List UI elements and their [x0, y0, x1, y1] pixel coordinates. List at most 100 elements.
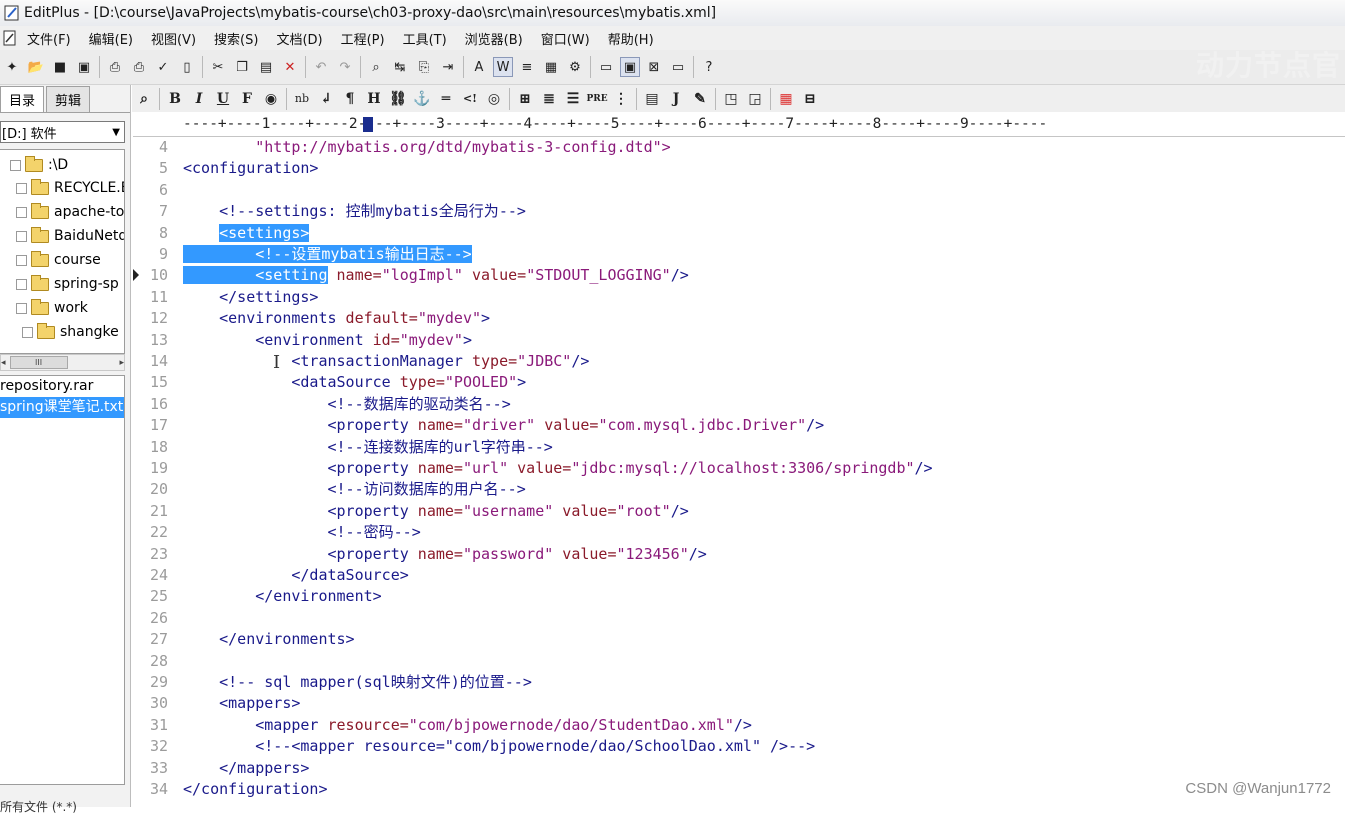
code-token: <property [327, 459, 409, 477]
delete-icon[interactable]: ✕ [280, 57, 300, 77]
line-break-icon[interactable]: ↲ [316, 89, 336, 109]
menu-tools[interactable]: 工具(T) [394, 29, 456, 48]
replace-icon[interactable]: ↹ [390, 57, 410, 77]
style-icon[interactable]: ◲ [745, 89, 765, 109]
table-icon[interactable]: ⊞ [515, 89, 535, 109]
line-code: <!--settings: 控制mybatis全局行为--> [183, 201, 526, 222]
file-item-selected[interactable]: spring课堂笔记.txt [0, 397, 124, 418]
anchor-icon[interactable]: ⚓ [412, 89, 432, 109]
image-icon[interactable]: ◎ [484, 89, 504, 109]
code-token: /> [670, 501, 689, 520]
code-token: name= [408, 416, 463, 435]
toolbar-separator [463, 56, 464, 78]
menu-edit[interactable]: 编辑(E) [80, 29, 142, 48]
output-window-icon[interactable]: ▣ [620, 57, 640, 77]
tree-item[interactable]: shangke [22, 321, 119, 343]
tree-item[interactable]: BaiduNetdisk [16, 225, 124, 247]
heading-icon[interactable]: H [364, 89, 384, 109]
open-folder-icon[interactable]: 📂 [26, 57, 46, 77]
spell-check-icon[interactable]: ✓ [153, 57, 173, 77]
save-all-icon[interactable]: ▣ [74, 57, 94, 77]
page-icon[interactable]: ▯ [177, 57, 197, 77]
font-tag-icon[interactable]: F [237, 89, 257, 109]
java-icon[interactable]: J [666, 89, 686, 109]
tree-item[interactable]: course [16, 249, 101, 271]
new-file-icon[interactable]: ✦ [2, 57, 22, 77]
code-line: 30 <mappers> [133, 693, 1345, 714]
tree-horizontal-scrollbar[interactable]: ◂ III ▸ [0, 354, 125, 371]
column-select-icon[interactable]: ▦ [541, 57, 561, 77]
font-icon[interactable]: A [469, 57, 489, 77]
paragraph-icon[interactable]: ¶ [340, 89, 360, 109]
tree-item[interactable]: apache-tomcat [16, 201, 124, 223]
close-window-icon[interactable]: ⊠ [644, 57, 664, 77]
nbsp-icon[interactable]: nb [292, 89, 312, 109]
cut-icon[interactable]: ✂ [208, 57, 228, 77]
expander-icon [22, 326, 33, 338]
menu-project[interactable]: 工程(P) [332, 29, 394, 48]
help-cursor-icon[interactable]: ? [699, 57, 719, 77]
save-icon[interactable]: ■ [50, 57, 70, 77]
panel-icon[interactable]: ▭ [668, 57, 688, 77]
tree-item[interactable]: work [16, 297, 88, 319]
document-icon[interactable] [2, 30, 18, 46]
code-line: 29 <!-- sql mapper(sql映射文件)的位置--> [133, 672, 1345, 693]
frame-icon[interactable]: ◳ [721, 89, 741, 109]
italic-icon[interactable]: I [189, 89, 209, 109]
tree-item[interactable]: :\D [10, 154, 68, 176]
tab-cliptext[interactable]: 剪辑 [46, 86, 91, 112]
line-code: <property name="driver" value="com.mysql… [183, 415, 825, 436]
list-icon[interactable]: ☰ [563, 89, 583, 109]
scroll-thumb[interactable]: III [9, 356, 68, 369]
menu-browser[interactable]: 浏览器(B) [456, 29, 532, 48]
redo-icon[interactable]: ↷ [335, 57, 355, 77]
line-code: <!--密码--> [183, 522, 421, 543]
window-icon[interactable]: ▭ [596, 57, 616, 77]
script-icon[interactable]: ✎ [690, 89, 710, 109]
tree-item[interactable]: RECYCLE.BIN [16, 177, 124, 199]
bold-icon[interactable]: B [165, 89, 185, 109]
scroll-right-icon[interactable]: ▸ [119, 358, 124, 368]
undo-icon[interactable]: ↶ [311, 57, 331, 77]
tree-item[interactable]: spring-sp [16, 273, 119, 295]
browser-preview-icon[interactable]: ⌕ [134, 89, 154, 109]
file-item[interactable]: repository.rar [0, 376, 124, 397]
html-toolbar: ⌕ B I U F ◉ nb ↲ ¶ H ⛓ ⚓ ═ <! ◎ ⊞ ≣ ☰ PR… [132, 85, 1345, 112]
hr-icon[interactable]: ═ [436, 89, 456, 109]
color-icon[interactable]: ◉ [261, 89, 281, 109]
tab-directory[interactable]: 目录 [0, 86, 45, 112]
code-editor[interactable]: 4 "http://mybatis.org/dtd/mybatis-3-conf… [133, 137, 1345, 807]
folder-icon [31, 226, 49, 243]
link-icon[interactable]: ⛓ [388, 89, 408, 109]
word-wrap-icon[interactable]: W [493, 57, 513, 77]
paste-icon[interactable]: ▤ [256, 57, 276, 77]
menu-search[interactable]: 搜索(S) [205, 29, 267, 48]
align-center-icon[interactable]: ≣ [539, 89, 559, 109]
goto-line-icon[interactable]: ⇥ [438, 57, 458, 77]
form-icon[interactable]: ▤ [642, 89, 662, 109]
menu-help[interactable]: 帮助(H) [599, 29, 663, 48]
underline-icon[interactable]: U [213, 89, 233, 109]
find-icon[interactable]: ⌕ [366, 57, 386, 77]
ordered-list-icon[interactable]: ⋮ [611, 89, 631, 109]
code-token: 访问数据库的用户名 [363, 480, 499, 499]
copy-doc-icon[interactable]: ⎘ [414, 57, 434, 77]
copy-icon[interactable]: ❐ [232, 57, 252, 77]
menu-file[interactable]: 文件(F) [18, 29, 80, 48]
code-token: name= [408, 501, 463, 520]
comment-tag-icon[interactable]: <! [460, 89, 480, 109]
pre-icon[interactable]: PRE [586, 89, 607, 109]
scroll-left-icon[interactable]: ◂ [1, 358, 6, 368]
menu-window[interactable]: 窗口(W) [532, 29, 599, 48]
line-number-icon[interactable]: ≡ [517, 57, 537, 77]
menu-document[interactable]: 文档(D) [267, 29, 331, 48]
preferences-icon[interactable]: ⚙ [565, 57, 585, 77]
toolbar-layout-icon[interactable]: ⊟ [800, 89, 820, 109]
print-preview-icon[interactable]: ⎙ [105, 57, 125, 77]
expander-icon [16, 182, 27, 194]
color-picker-icon[interactable]: ▦ [776, 89, 796, 109]
menu-view[interactable]: 视图(V) [142, 29, 205, 48]
code-token: <environment [255, 330, 364, 349]
print-icon[interactable]: ⎙ [129, 57, 149, 77]
drive-select[interactable]: [D:] 软件 ▼ [0, 121, 125, 143]
